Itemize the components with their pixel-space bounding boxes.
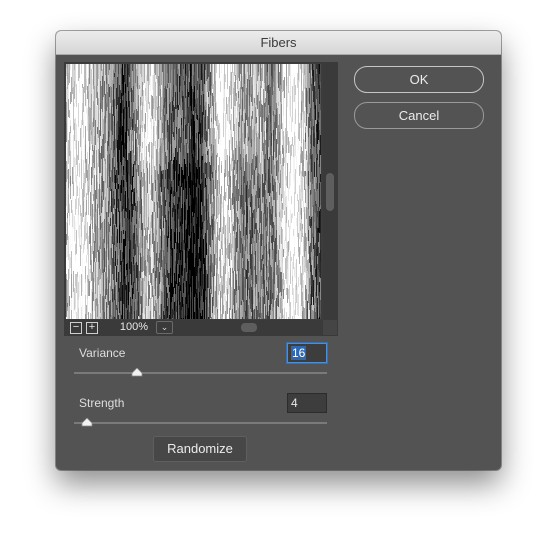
zoom-out-icon[interactable]: − xyxy=(70,322,82,334)
preview-vertical-scrollbar[interactable] xyxy=(323,63,337,320)
zoom-level: 100% xyxy=(119,321,149,333)
vertical-scroll-thumb[interactable] xyxy=(326,173,334,211)
ok-button[interactable]: OK xyxy=(354,66,484,93)
strength-input[interactable]: 4 xyxy=(287,393,327,413)
chevron-down-icon[interactable]: ⌄ xyxy=(156,321,173,334)
strength-slider-track[interactable] xyxy=(74,418,327,427)
scroll-corner xyxy=(323,320,337,335)
strength-value: 4 xyxy=(291,396,298,410)
fibers-dialog: Fibers − + 100% ⌄ OK Cancel Variance 16 … xyxy=(56,31,501,470)
preview-zoom-bar: − + 100% ⌄ xyxy=(65,320,337,335)
variance-value: 16 xyxy=(291,346,307,360)
variance-label: Variance xyxy=(79,346,126,360)
cancel-button[interactable]: Cancel xyxy=(354,102,484,129)
zoom-in-icon[interactable]: + xyxy=(86,322,98,334)
variance-slider-track[interactable] xyxy=(74,368,327,377)
variance-input[interactable]: 16 xyxy=(287,343,327,363)
horizontal-scroll-thumb[interactable] xyxy=(241,323,257,332)
randomize-button[interactable]: Randomize xyxy=(153,436,247,462)
window-title: Fibers xyxy=(56,31,501,55)
strength-label: Strength xyxy=(79,396,125,410)
fibers-texture xyxy=(66,64,321,319)
preview-panel: − + 100% ⌄ xyxy=(64,62,338,336)
fibers-preview-image[interactable] xyxy=(66,64,321,319)
